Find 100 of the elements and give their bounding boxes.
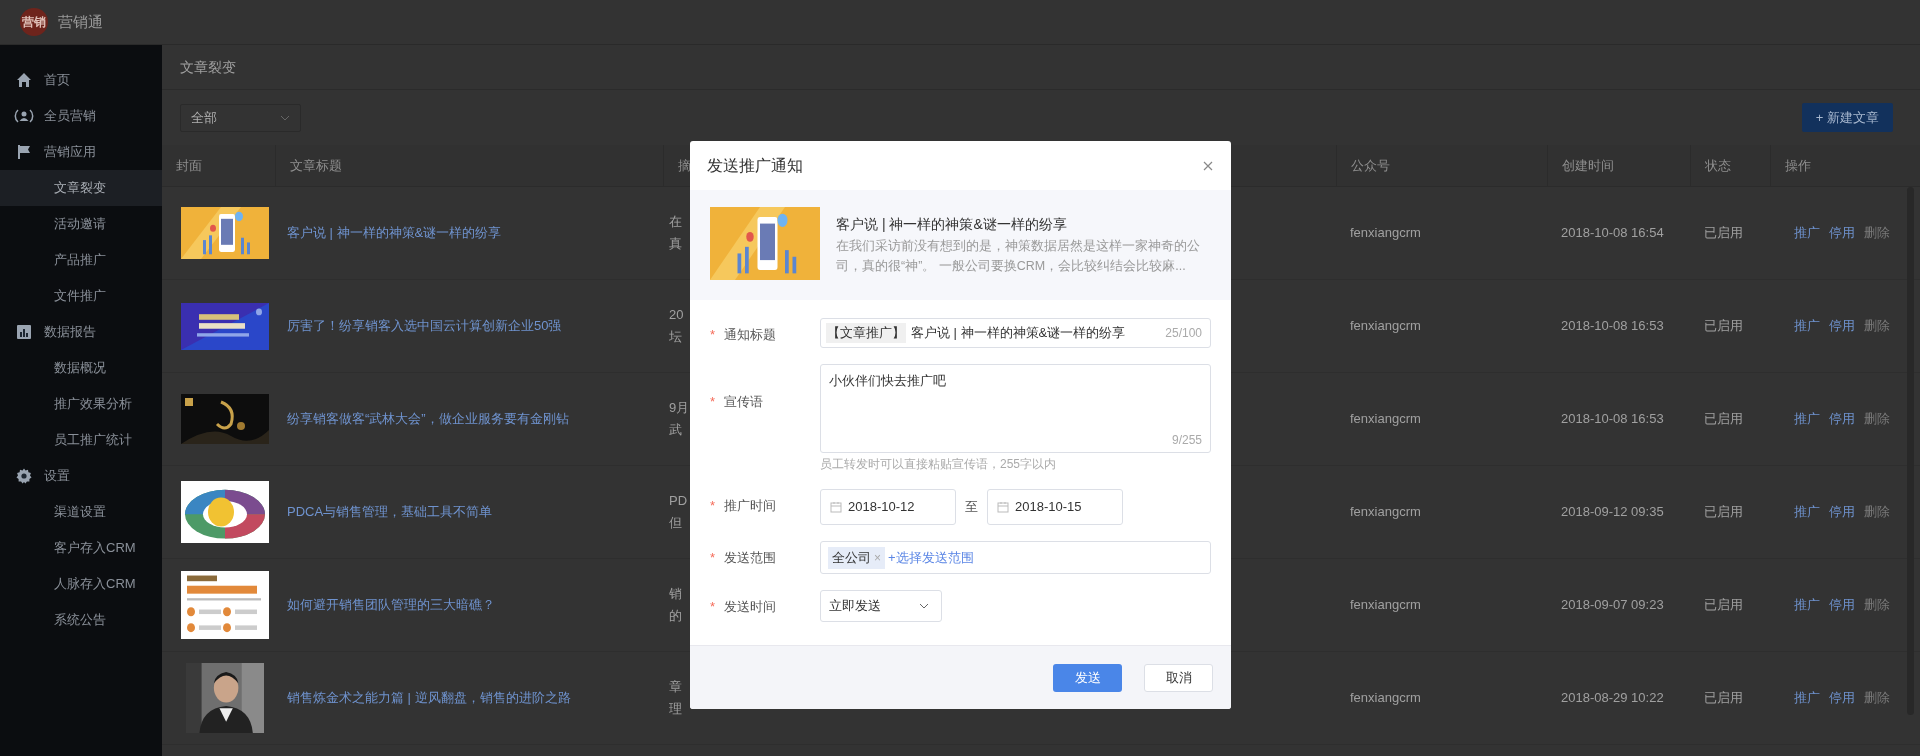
sidebar-subitem[interactable]: 客户存入CRM (0, 530, 162, 566)
action-link[interactable]: 停用 (1829, 502, 1855, 522)
article-title-link[interactable]: 客户说 | 神一样的神策&谜一样的纷享 (287, 225, 502, 241)
article-title-link[interactable]: PDCA与销售管理，基础工具不简单 (287, 504, 493, 520)
account-cell: fenxiangcrm (1350, 504, 1421, 520)
summary-text: 20 (669, 306, 684, 324)
column-header: 创建时间 (1562, 156, 1614, 175)
field-label: 宣传语 (724, 393, 764, 411)
sidebar-subitem[interactable]: 员工推广统计 (0, 422, 162, 458)
action-link[interactable]: 推广 (1794, 688, 1820, 708)
filter-select[interactable]: 全部 (180, 103, 301, 132)
date-cell: 2018-09-07 09:23 (1561, 597, 1664, 613)
action-link[interactable]: 停用 (1829, 316, 1855, 336)
required-mark: * (710, 497, 716, 515)
column-header: 封面 (176, 156, 202, 175)
required-mark: * (710, 393, 716, 411)
title-input-field[interactable]: 【文章推广】 客户说 | 神一样的神策&谜一样的纷享 25/100 (820, 318, 1211, 348)
home-icon (16, 72, 32, 88)
flag-icon (16, 144, 32, 160)
column-header: 状态 (1705, 156, 1731, 175)
article-title-link[interactable]: 厉害了！纷享销客入选中国云计算创新企业50强 (287, 318, 562, 334)
summary-text: 坛 (669, 328, 682, 346)
bar-chart-icon (16, 324, 32, 340)
new-article-button[interactable]: + 新建文章 (1801, 103, 1893, 132)
send-button[interactable]: 发送 (1053, 663, 1122, 692)
summary-text: 真 (669, 235, 682, 253)
summary-text: 的 (669, 607, 682, 625)
account-cell: fenxiangcrm (1350, 690, 1421, 706)
field-label: 发送时间 (724, 598, 777, 616)
action-link[interactable]: 推广 (1794, 316, 1820, 336)
field-label: 推广时间 (724, 497, 777, 515)
calendar-icon (997, 501, 1009, 513)
status-cell: 已启用 (1704, 597, 1743, 613)
scope-field[interactable]: 全公司 × +选择发送范围 (820, 541, 1211, 574)
dialog-title: 发送推广通知 (707, 155, 803, 176)
choose-scope-link[interactable]: +选择发送范围 (888, 547, 974, 568)
action-link[interactable]: 推广 (1794, 502, 1820, 522)
summary-text: 但 (669, 514, 682, 532)
summary-text: 在 (669, 213, 682, 231)
article-title-link[interactable]: 纷享销客做客“武林大会”，做企业服务要有金刚钻 (287, 411, 569, 427)
field-label: 发送范围 (724, 549, 777, 567)
action-link[interactable]: 推广 (1794, 223, 1820, 243)
account-cell: fenxiangcrm (1350, 225, 1421, 241)
column-header: 公众号 (1351, 156, 1390, 175)
date-cell: 2018-10-08 16:53 (1561, 411, 1664, 427)
action-link[interactable]: 停用 (1829, 223, 1855, 243)
column-header: 文章标题 (290, 156, 342, 175)
sidebar-subitem[interactable]: 数据概况 (0, 350, 162, 386)
char-count: 25/100 (1165, 325, 1202, 342)
column-header: 操作 (1785, 156, 1811, 175)
action-link[interactable]: 停用 (1829, 595, 1855, 615)
caret-icon (280, 114, 290, 121)
cancel-button[interactable]: 取消 (1144, 663, 1213, 692)
app-name: 营销通 (58, 11, 103, 32)
caret-icon (919, 603, 929, 609)
sidebar-subitem[interactable]: 推广效果分析 (0, 386, 162, 422)
required-mark: * (710, 598, 716, 616)
status-cell: 已启用 (1704, 690, 1743, 706)
status-cell: 已启用 (1704, 318, 1743, 334)
column-header: 摘 (678, 156, 691, 175)
summary-text: 章 (669, 678, 682, 696)
required-mark: * (710, 326, 716, 344)
sidebar-subitem[interactable]: 文件推广 (0, 278, 162, 314)
char-count: 9/255 (1171, 432, 1202, 449)
action-link[interactable]: 推广 (1794, 409, 1820, 429)
summary-text: PD (669, 492, 688, 510)
status-cell: 已启用 (1704, 411, 1743, 427)
person-icon (14, 108, 34, 124)
sidebar-subitem[interactable]: 活动邀请 (0, 206, 162, 242)
calendar-icon (830, 501, 842, 513)
date-field[interactable]: 2018-10-12 (820, 489, 956, 525)
prefix-tag: 【文章推广】 (826, 323, 906, 343)
date-field[interactable]: 2018-10-15 (987, 489, 1123, 525)
article-title-link[interactable]: 销售炼金术之能力篇 | 逆风翻盘，销售的进阶之路 (287, 690, 571, 706)
date-cell: 2018-09-12 09:35 (1561, 504, 1664, 520)
breadcrumb: 文章裂变 (180, 57, 236, 77)
send-time-select[interactable]: 立即发送 (820, 590, 942, 622)
slogan-text-area[interactable]: 小伙伴们快去推广吧 9/255 (820, 364, 1211, 453)
account-cell: fenxiangcrm (1350, 411, 1421, 427)
close-icon (1203, 160, 1213, 171)
preview-title: 客户说 | 神一样的神策&谜一样的纷享 (836, 215, 1068, 234)
date-cell: 2018-08-29 10:22 (1561, 690, 1664, 706)
summary-text: 9月 (669, 399, 690, 417)
field-label: 通知标题 (724, 326, 777, 344)
sidebar-subitem[interactable]: 渠道设置 (0, 494, 162, 530)
field-hint: 员工转发时可以直接粘贴宣传语，255字以内 (820, 456, 1058, 473)
action-link[interactable]: 推广 (1794, 595, 1820, 615)
action-link[interactable]: 停用 (1829, 688, 1855, 708)
sidebar-subitem[interactable]: 产品推广 (0, 242, 162, 278)
status-cell: 已启用 (1704, 225, 1743, 241)
action-link[interactable]: 停用 (1829, 409, 1855, 429)
account-cell: fenxiangcrm (1350, 318, 1421, 334)
sidebar-subitem[interactable]: 文章裂变 (0, 170, 162, 206)
article-title-link[interactable]: 如何避开销售团队管理的三大暗礁？ (287, 597, 495, 613)
summary-text: 销 (669, 585, 682, 603)
account-cell: fenxiangcrm (1350, 597, 1421, 613)
sidebar-subitem[interactable]: 人脉存入CRM (0, 566, 162, 602)
summary-text: 理 (669, 700, 682, 718)
sidebar-subitem[interactable]: 系统公告 (0, 602, 162, 638)
summary-text: 武 (669, 421, 682, 439)
